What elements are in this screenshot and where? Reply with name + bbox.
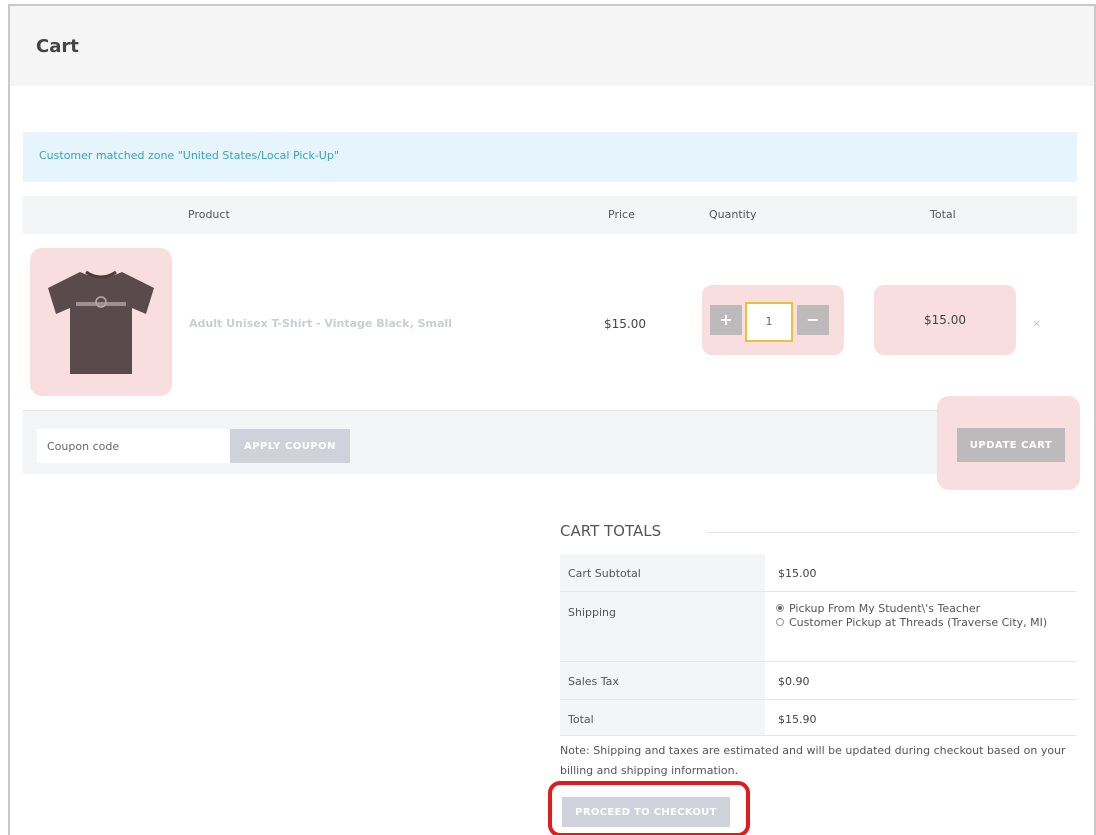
line-total-value: $15.00: [924, 313, 966, 327]
shipping-option-teacher-label: Pickup From My Student\'s Teacher: [789, 602, 981, 615]
sales-tax-row: Sales Tax $0.90: [560, 662, 1077, 700]
subtotal-label: Cart Subtotal: [568, 567, 641, 580]
order-total-label: Total: [568, 713, 594, 726]
estimate-note: Note: Shipping and taxes are estimated a…: [560, 744, 1066, 777]
shipping-label-cell: Shipping: [560, 592, 765, 661]
page-title: Cart: [36, 36, 79, 57]
order-total-value: $15.90: [778, 713, 817, 726]
tshirt-image: [48, 270, 154, 374]
radio-icon[interactable]: [776, 604, 784, 612]
cart-totals-title: CART TOTALS: [560, 522, 662, 540]
quantity-input[interactable]: 1: [745, 302, 793, 342]
page-header: Cart: [10, 6, 1094, 86]
radio-icon[interactable]: [776, 618, 784, 626]
order-total-row: Total $15.90: [560, 700, 1077, 736]
shipping-row: Shipping Pickup From My Student\'s Teach…: [560, 592, 1077, 662]
proceed-to-checkout-button[interactable]: PROCEED TO CHECKOUT: [562, 797, 730, 827]
header-total: Total: [930, 208, 956, 221]
subtotal-value: $15.00: [778, 567, 817, 580]
shipping-option-threads-label: Customer Pickup at Threads (Traverse Cit…: [789, 616, 1048, 629]
shipping-option-teacher[interactable]: Pickup From My Student\'s Teacher: [776, 602, 1066, 615]
update-cart-button[interactable]: UPDATE CART: [957, 428, 1065, 462]
apply-coupon-button[interactable]: APPLY COUPON: [230, 429, 350, 463]
quantity-increase-button[interactable]: +: [710, 305, 742, 335]
shipping-label: Shipping: [568, 606, 616, 619]
subtotal-label-cell: Cart Subtotal: [560, 554, 765, 591]
header-product: Product: [188, 208, 230, 221]
zone-notice: Customer matched zone "United States/Loc…: [23, 132, 1077, 182]
subtotal-row: Cart Subtotal $15.00: [560, 554, 1077, 592]
sales-tax-label: Sales Tax: [568, 675, 619, 688]
cart-actions-row: APPLY COUPON: [23, 410, 1077, 474]
quantity-decrease-button[interactable]: −: [797, 305, 829, 335]
line-total-cell: $15.00: [874, 285, 1016, 355]
sales-tax-value: $0.90: [778, 675, 810, 688]
product-price: $15.00: [604, 317, 646, 331]
cart-page: Cart Customer matched zone "United State…: [8, 4, 1096, 835]
cart-totals-divider: [707, 532, 1077, 533]
product-thumbnail[interactable]: [30, 248, 172, 396]
sales-tax-label-cell: Sales Tax: [560, 662, 765, 699]
quantity-stepper: + 1 −: [702, 285, 844, 355]
remove-item-icon[interactable]: ×: [1032, 317, 1041, 330]
shipping-option-threads[interactable]: Customer Pickup at Threads (Traverse Cit…: [776, 616, 1066, 629]
header-price: Price: [608, 208, 635, 221]
zone-notice-text: Customer matched zone "United States/Loc…: [39, 149, 339, 162]
product-name-link[interactable]: Adult Unisex T-Shirt - Vintage Black, Sm…: [189, 317, 452, 330]
coupon-code-input[interactable]: [37, 429, 230, 463]
order-total-label-cell: Total: [560, 700, 765, 735]
header-quantity: Quantity: [709, 208, 757, 221]
cart-table-header: Product Price Quantity Total: [23, 196, 1077, 234]
